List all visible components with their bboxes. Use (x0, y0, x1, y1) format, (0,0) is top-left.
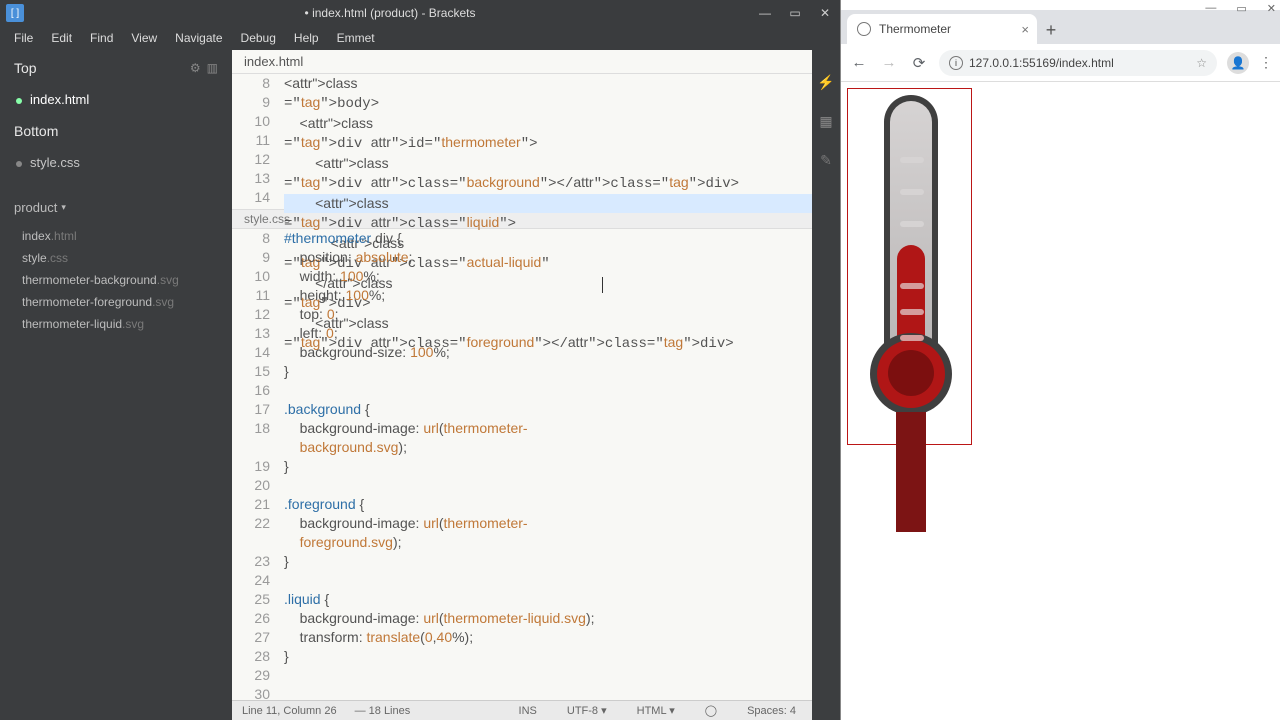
browser-titlebar[interactable]: — ▭ ✕ (841, 0, 1280, 10)
menubar: File Edit Find View Navigate Debug Help … (0, 26, 840, 50)
menu-find[interactable]: Find (82, 28, 121, 48)
project-file[interactable]: thermometer-background.svg (0, 269, 232, 291)
sidebar: Top ⚙▥ index.html Bottom style.css produ… (0, 50, 232, 720)
profile-avatar[interactable]: 👤 (1227, 52, 1249, 74)
tab-close-icon[interactable]: × (1021, 22, 1029, 37)
status-pos[interactable]: Line 11, Column 26 (242, 705, 337, 717)
menu-navigate[interactable]: Navigate (167, 28, 230, 48)
sidebar-top-header[interactable]: Top ⚙▥ (0, 50, 232, 86)
bookmark-star-icon[interactable]: ☆ (1196, 56, 1207, 70)
right-toolbar: ⚡ ▦ ✎ (812, 50, 840, 720)
browser-maximize-button[interactable]: ▭ (1236, 2, 1246, 15)
browser-tab[interactable]: Thermometer × (847, 14, 1037, 44)
text-cursor (602, 277, 603, 293)
menu-view[interactable]: View (123, 28, 165, 48)
new-tab-button[interactable]: + (1037, 16, 1065, 44)
working-file-index[interactable]: index.html (0, 86, 232, 113)
status-enc[interactable]: UTF-8 ▾ (561, 704, 613, 717)
status-bar: Line 11, Column 26 — 18 Lines INS UTF-8 … (232, 700, 812, 720)
status-ins[interactable]: INS (513, 705, 543, 717)
editor-area: index.html 891011121314 <attr">class="ta… (232, 50, 812, 720)
brackets-window: [ ] • index.html (product) - Brackets — … (0, 0, 840, 720)
thermometer-liquid-overflow (896, 412, 926, 532)
browser-menu-button[interactable]: ⋮ (1259, 54, 1272, 71)
forward-button[interactable]: → (879, 54, 899, 71)
browser-close-button[interactable]: ✕ (1267, 2, 1276, 15)
status-spaces[interactable]: Spaces: 4 (741, 705, 802, 717)
window-title: • index.html (product) - Brackets (30, 6, 750, 20)
gear-icon[interactable]: ⚙ (190, 61, 201, 75)
menu-emmet[interactable]: Emmet (329, 28, 383, 48)
minimize-button[interactable]: — (750, 0, 780, 26)
browser-viewport (841, 82, 1280, 720)
extensions-icon[interactable]: ▦ (819, 113, 832, 130)
browser-tab-title: Thermometer (879, 22, 951, 36)
status-sel: — 18 Lines (355, 705, 411, 717)
menu-edit[interactable]: Edit (43, 28, 80, 48)
project-file[interactable]: thermometer-foreground.svg (0, 291, 232, 313)
address-bar[interactable]: i 127.0.0.1:55169/index.html ☆ (939, 50, 1217, 76)
back-button[interactable]: ← (849, 54, 869, 71)
thermometer-widget (847, 88, 972, 445)
working-file-style[interactable]: style.css (0, 149, 232, 176)
project-header[interactable]: product▾ (0, 190, 232, 225)
maximize-button[interactable]: ▭ (780, 0, 810, 26)
project-file[interactable]: style.css (0, 247, 232, 269)
code-pane-html[interactable]: 891011121314 <attr">class="tag">body> <a… (232, 74, 812, 700)
project-file[interactable]: index.html (0, 225, 232, 247)
browser-tabstrip: Thermometer × + (841, 10, 1280, 44)
settings-icon[interactable]: ✎ (820, 152, 832, 169)
split-icon[interactable]: ▥ (207, 61, 218, 75)
status-lint-icon[interactable]: ◯ (699, 704, 723, 717)
globe-icon (857, 22, 871, 36)
site-info-icon[interactable]: i (949, 56, 963, 70)
url-text: 127.0.0.1:55169/index.html (969, 56, 1114, 70)
reload-button[interactable]: ⟳ (909, 54, 929, 72)
project-file[interactable]: thermometer-liquid.svg (0, 313, 232, 335)
live-preview-icon[interactable]: ⚡ (817, 74, 834, 91)
brackets-app-icon: [ ] (6, 4, 24, 22)
browser-toolbar: ← → ⟳ i 127.0.0.1:55169/index.html ☆ 👤 ⋮ (841, 44, 1280, 82)
brackets-titlebar[interactable]: [ ] • index.html (product) - Brackets — … (0, 0, 840, 26)
close-button[interactable]: ✕ (810, 0, 840, 26)
browser-window: — ▭ ✕ Thermometer × + ← → ⟳ i 127.0.0.1:… (840, 0, 1280, 720)
menu-file[interactable]: File (6, 28, 41, 48)
editor-tab-index[interactable]: index.html (232, 50, 812, 74)
menu-debug[interactable]: Debug (233, 28, 284, 48)
menu-help[interactable]: Help (286, 28, 327, 48)
status-lang[interactable]: HTML ▾ (631, 704, 681, 717)
sidebar-bottom-header[interactable]: Bottom (0, 113, 232, 149)
browser-minimize-button[interactable]: — (1205, 2, 1216, 15)
